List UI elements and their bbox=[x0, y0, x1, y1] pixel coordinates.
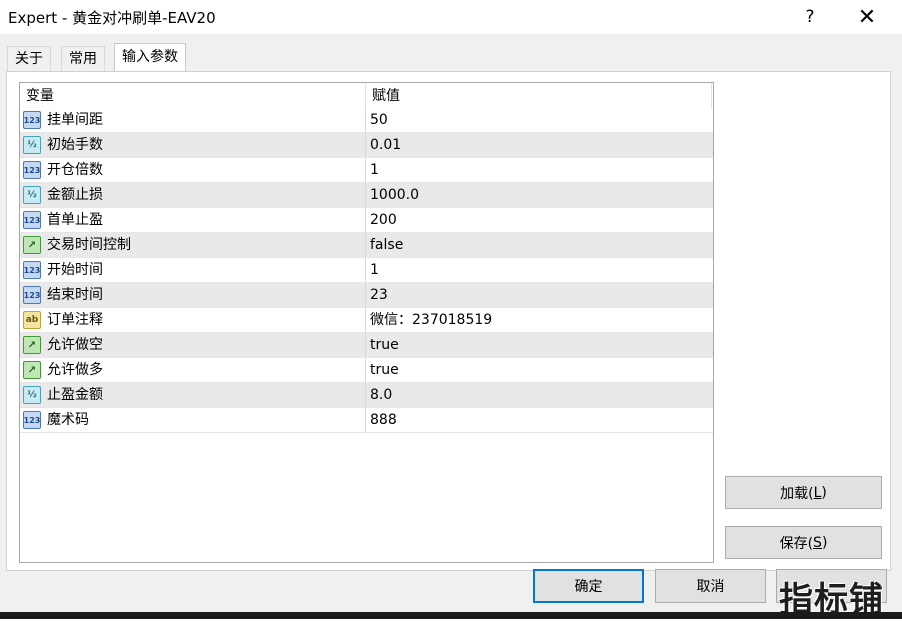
parameter-name-cell[interactable]: ½ 止盈金额 bbox=[20, 383, 366, 407]
parameter-name: 交易时间控制 bbox=[47, 237, 131, 253]
ok-button[interactable]: 确定 bbox=[533, 569, 644, 603]
table-row[interactable]: ↗ 交易时间控制 false bbox=[20, 233, 713, 258]
parameter-value-cell[interactable]: 1000.0 bbox=[366, 183, 712, 207]
parameter-name-cell[interactable]: ½ 金额止损 bbox=[20, 183, 366, 207]
parameter-value-cell[interactable]: 8.0 bbox=[366, 383, 712, 407]
save-button-label-end: ) bbox=[821, 534, 828, 551]
table-row[interactable]: ½ 止盈金额 8.0 bbox=[20, 383, 713, 408]
parameter-name: 允许做多 bbox=[47, 362, 103, 378]
parameter-value-cell[interactable]: true bbox=[366, 358, 712, 382]
parameter-name: 初始手数 bbox=[47, 137, 103, 153]
parameter-name: 开仓倍数 bbox=[47, 162, 103, 178]
load-button-label-end: ) bbox=[821, 484, 827, 501]
parameter-value-cell[interactable]: 888 bbox=[366, 408, 712, 432]
cancel-button[interactable]: 取消 bbox=[655, 569, 766, 603]
integer-type-icon: 123 bbox=[23, 261, 41, 279]
inputs-panel: 变量 赋值 123 挂单间距 50 ½ 初始手数 0.01 123 开仓倍数 1 ½ 金额止损 100… bbox=[6, 71, 891, 571]
window-title: Expert - 黄金对冲刷单-EAV20 bbox=[8, 9, 216, 27]
table-row[interactable]: 123 首单止盈 200 bbox=[20, 208, 713, 233]
string-type-icon: ab bbox=[23, 311, 41, 329]
parameter-value-cell[interactable]: 0.01 bbox=[366, 133, 712, 157]
tab-inputs[interactable]: 输入参数 bbox=[114, 43, 186, 72]
parameter-value-cell[interactable]: 23 bbox=[366, 283, 712, 307]
table-row[interactable]: ↗ 允许做空 true bbox=[20, 333, 713, 358]
parameter-value-cell[interactable]: 200 bbox=[366, 208, 712, 232]
parameters-grid: 变量 赋值 123 挂单间距 50 ½ 初始手数 0.01 123 开仓倍数 1 ½ 金额止损 100… bbox=[19, 82, 714, 563]
parameter-name: 首单止盈 bbox=[47, 212, 103, 228]
tab-about[interactable]: 关于 bbox=[7, 46, 51, 72]
parameter-name-cell[interactable]: 123 魔术码 bbox=[20, 408, 366, 432]
table-row[interactable]: 123 挂单间距 50 bbox=[20, 108, 713, 133]
table-row[interactable]: 123 开始时间 1 bbox=[20, 258, 713, 283]
parameter-value-cell[interactable]: true bbox=[366, 333, 712, 357]
save-button[interactable]: 保存(S) bbox=[725, 526, 882, 559]
parameter-value-cell[interactable]: 50 bbox=[366, 108, 712, 132]
tab-common[interactable]: 常用 bbox=[61, 46, 105, 72]
save-button-hotkey: S bbox=[813, 534, 822, 551]
parameter-name: 挂单间距 bbox=[47, 112, 103, 128]
parameter-value-cell[interactable]: false bbox=[366, 233, 712, 257]
parameter-name: 开始时间 bbox=[47, 262, 103, 278]
parameter-name-cell[interactable]: ab 订单注释 bbox=[20, 308, 366, 332]
double-type-icon: ½ bbox=[23, 136, 41, 154]
title-bar: Expert - 黄金对冲刷单-EAV20 ? ✕ bbox=[0, 0, 902, 34]
expert-dialog: Expert - 黄金对冲刷单-EAV20 ? ✕ 关于 常用 输入参数 变量 … bbox=[0, 0, 902, 620]
column-header-value[interactable]: 赋值 bbox=[366, 83, 712, 108]
double-type-icon: ½ bbox=[23, 186, 41, 204]
parameter-name-cell[interactable]: 123 开仓倍数 bbox=[20, 158, 366, 182]
parameter-name: 止盈金额 bbox=[47, 387, 103, 403]
boolean-type-icon: ↗ bbox=[23, 361, 41, 379]
integer-type-icon: 123 bbox=[23, 211, 41, 229]
parameter-name-cell[interactable]: ↗ 允许做多 bbox=[20, 358, 366, 382]
parameter-value-cell[interactable]: 微信：237018519 bbox=[366, 308, 712, 332]
table-row[interactable]: ab 订单注释 微信：237018519 bbox=[20, 308, 713, 333]
parameter-name: 订单注释 bbox=[47, 312, 103, 328]
integer-type-icon: 123 bbox=[23, 111, 41, 129]
save-button-label: 保存( bbox=[779, 535, 814, 552]
close-button[interactable]: ✕ bbox=[847, 3, 887, 31]
parameter-name-cell[interactable]: ↗ 交易时间控制 bbox=[20, 233, 366, 257]
boolean-type-icon: ↗ bbox=[23, 336, 41, 354]
double-type-icon: ½ bbox=[23, 386, 41, 404]
column-header-variable[interactable]: 变量 bbox=[20, 83, 366, 108]
parameter-name-cell[interactable]: 123 结束时间 bbox=[20, 283, 366, 307]
parameter-value-cell[interactable]: 1 bbox=[366, 158, 712, 182]
integer-type-icon: 123 bbox=[23, 411, 41, 429]
parameter-name-cell[interactable]: 123 挂单间距 bbox=[20, 108, 366, 132]
taskbar-strip bbox=[0, 612, 902, 619]
table-row[interactable]: 123 结束时间 23 bbox=[20, 283, 713, 308]
help-button[interactable]: ? bbox=[790, 3, 830, 31]
parameter-name: 魔术码 bbox=[47, 412, 89, 428]
table-row[interactable]: ↗ 允许做多 true bbox=[20, 358, 713, 383]
parameter-name: 结束时间 bbox=[47, 287, 103, 303]
parameter-name: 金额止损 bbox=[47, 187, 103, 203]
integer-type-icon: 123 bbox=[23, 161, 41, 179]
parameter-name-cell[interactable]: 123 开始时间 bbox=[20, 258, 366, 282]
load-button[interactable]: 加载(L) bbox=[725, 476, 882, 509]
table-row[interactable]: 123 魔术码 888 bbox=[20, 408, 713, 433]
parameter-name-cell[interactable]: ½ 初始手数 bbox=[20, 133, 366, 157]
table-row[interactable]: ½ 初始手数 0.01 bbox=[20, 133, 713, 158]
load-button-hotkey: L bbox=[813, 484, 822, 501]
table-row[interactable]: 123 开仓倍数 1 bbox=[20, 158, 713, 183]
grid-header: 变量 赋值 bbox=[20, 83, 713, 108]
tab-bar: 关于 常用 输入参数 bbox=[0, 34, 902, 72]
integer-type-icon: 123 bbox=[23, 286, 41, 304]
boolean-type-icon: ↗ bbox=[23, 236, 41, 254]
table-row[interactable]: ½ 金额止损 1000.0 bbox=[20, 183, 713, 208]
parameter-name-cell[interactable]: 123 首单止盈 bbox=[20, 208, 366, 232]
parameter-value-cell[interactable]: 1 bbox=[366, 258, 712, 282]
parameter-name-cell[interactable]: ↗ 允许做空 bbox=[20, 333, 366, 357]
parameter-name: 允许做空 bbox=[47, 337, 103, 353]
load-button-label: 加载( bbox=[780, 485, 814, 502]
